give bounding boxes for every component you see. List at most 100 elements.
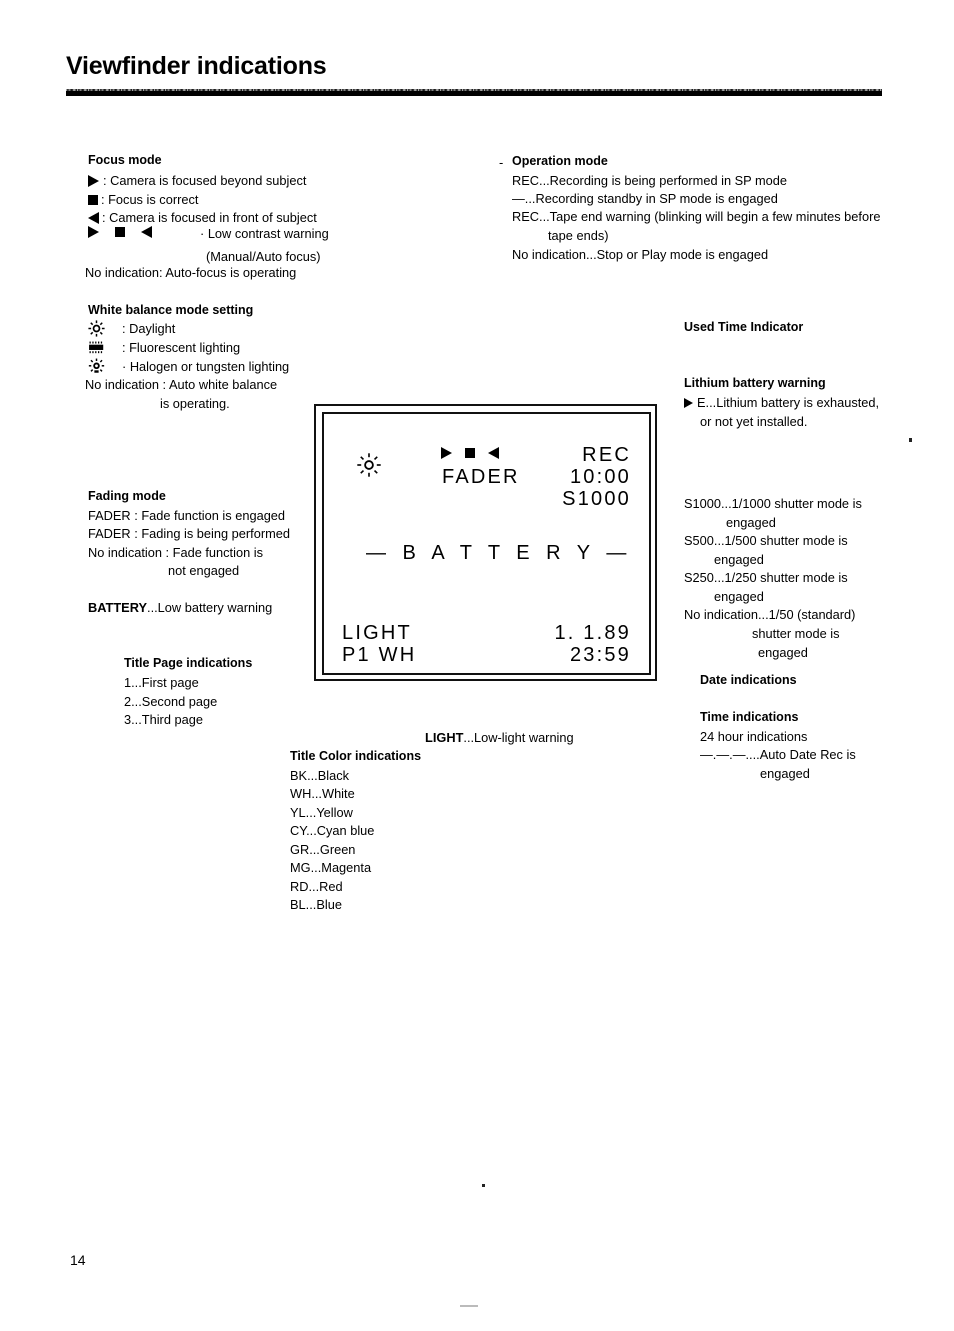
fading-mode-line-3: No indication : Fade function is bbox=[88, 545, 263, 560]
fading-mode-heading: Fading mode bbox=[88, 489, 166, 503]
viewfinder-display: FADER REC 10:00 S1000 — B A T T E R Y — … bbox=[314, 404, 657, 681]
time-indications-heading: Time indications bbox=[700, 710, 799, 724]
left-triangle-icon bbox=[88, 211, 99, 224]
daylight-sun-icon bbox=[356, 452, 382, 478]
operation-mode-line-3: REC...Tape end warning (blinking will be… bbox=[512, 209, 881, 224]
focus-mode-item-correct-label: : Focus is correct bbox=[101, 192, 199, 207]
date-indications-heading: Date indications bbox=[700, 673, 797, 687]
shutter-mode-line-7: No indication...1/50 (standard) bbox=[684, 607, 856, 622]
halogen-bulb-icon bbox=[88, 358, 105, 375]
viewfinder-fader-text: FADER bbox=[442, 466, 520, 488]
lithium-battery-line-1: E...Lithium battery is exhausted, bbox=[697, 395, 880, 410]
white-balance-item-halogen-label: · Halogen or tungsten lighting bbox=[122, 359, 290, 374]
focus-mode-item-beyond: : Camera is focused beyond subject bbox=[88, 173, 306, 188]
title-color-item-rd: RD...Red bbox=[290, 879, 343, 894]
left-triangle-icon bbox=[488, 447, 499, 459]
viewfinder-title-page-color-text: P1 WH bbox=[342, 644, 417, 666]
left-triangle-icon bbox=[141, 226, 152, 238]
viewfinder-light-text: LIGHT bbox=[342, 622, 412, 644]
viewfinder-focus-symbols bbox=[441, 447, 499, 459]
page-number: 14 bbox=[70, 1252, 86, 1268]
operation-mode-line-2: —...Recording standby in SP mode is enga… bbox=[512, 191, 778, 206]
filled-square-icon bbox=[88, 194, 98, 205]
title-color-heading: Title Color indications bbox=[290, 749, 422, 763]
shutter-mode-line-1: S1000...1/1000 shutter mode is bbox=[684, 496, 862, 511]
title-color-item-bl: BL...Blue bbox=[290, 897, 342, 912]
operation-mode-line-5: No indication...Stop or Play mode is eng… bbox=[512, 247, 769, 262]
scan-artifact-speck bbox=[909, 438, 912, 442]
white-balance-no-indication-line-1: No indication : Auto white balance bbox=[85, 377, 278, 392]
white-balance-heading: White balance mode setting bbox=[88, 303, 254, 317]
battery-warning-bold: BATTERY bbox=[88, 600, 148, 615]
title-color-item-bk: BK...Black bbox=[290, 768, 350, 783]
title-page-item-3: 3...Third page bbox=[124, 712, 203, 727]
operation-mode-line-4: tape ends) bbox=[548, 228, 609, 243]
viewfinder-battery-text: — B A T T E R Y — bbox=[366, 542, 632, 564]
right-triangle-icon bbox=[684, 397, 693, 408]
lithium-battery-line-2: or not yet installed. bbox=[700, 414, 808, 429]
scan-artifact-speck bbox=[460, 1305, 478, 1307]
focus-mode-low-contrast-symbols bbox=[88, 226, 152, 238]
viewfinder-time-text: 23:59 bbox=[569, 644, 631, 666]
focus-mode-item-correct: : Focus is correct bbox=[88, 192, 198, 207]
shutter-mode-line-5: S250...1/250 shutter mode is bbox=[684, 570, 848, 585]
title-page-item-1: 1...First page bbox=[124, 675, 199, 690]
viewfinder-counter-text: 10:00 bbox=[569, 466, 631, 488]
shutter-mode-line-6: engaged bbox=[714, 589, 764, 604]
title-color-item-mg: MG...Magenta bbox=[290, 860, 372, 875]
scan-artifact-speck bbox=[482, 1184, 485, 1187]
fading-mode-line-2: FADER : Fading is being performed bbox=[88, 526, 291, 541]
fading-mode-line-4: not engaged bbox=[168, 563, 240, 578]
focus-mode-item-front: : Camera is focused in front of subject bbox=[88, 210, 317, 225]
used-time-indicator-heading: Used Time Indicator bbox=[684, 320, 804, 334]
white-balance-item-daylight: : Daylight bbox=[88, 320, 175, 337]
shutter-mode-line-2: engaged bbox=[726, 515, 776, 530]
right-triangle-icon bbox=[441, 447, 452, 459]
operation-mode-heading: Operation mode bbox=[512, 154, 608, 168]
light-warning-caption: LIGHT...Low-light warning bbox=[425, 730, 574, 745]
shutter-mode-line-9: engaged bbox=[758, 645, 808, 660]
operation-mode-dash: - bbox=[499, 155, 504, 170]
white-balance-item-daylight-label: : Daylight bbox=[122, 321, 176, 336]
viewfinder-shutter-text: S1000 bbox=[562, 488, 631, 510]
battery-warning-rest: ...Low battery warning bbox=[147, 600, 273, 615]
time-indications-line-3: engaged bbox=[760, 766, 810, 781]
title-color-item-gr: GR...Green bbox=[290, 842, 356, 857]
title-page-heading: Title Page indications bbox=[124, 656, 253, 670]
time-indications-line-1: 24 hour indications bbox=[700, 729, 808, 744]
fluorescent-tube-icon bbox=[88, 339, 105, 356]
shutter-mode-line-4: engaged bbox=[714, 552, 764, 567]
shutter-mode-line-8: shutter mode is bbox=[752, 626, 840, 641]
white-balance-no-indication-line-2: is operating. bbox=[160, 396, 230, 411]
focus-mode-heading: Focus mode bbox=[88, 153, 162, 167]
viewfinder-date-text: 1. 1.89 bbox=[554, 622, 631, 644]
header-divider-rule bbox=[66, 89, 882, 96]
focus-mode-low-contrast-label: · Low contrast warning bbox=[200, 226, 329, 241]
right-triangle-icon bbox=[88, 174, 99, 187]
filled-square-icon bbox=[465, 448, 475, 458]
title-color-item-yl: YL...Yellow bbox=[290, 805, 353, 820]
lithium-battery-heading: Lithium battery warning bbox=[684, 376, 826, 390]
daylight-sun-icon bbox=[88, 320, 105, 337]
page-title: Viewfinder indications bbox=[66, 52, 327, 80]
light-warning-bold: LIGHT bbox=[425, 730, 464, 745]
lithium-battery-item: E...Lithium battery is exhausted, bbox=[684, 395, 879, 410]
document-page: Viewfinder indications Focus mode : Came… bbox=[0, 0, 954, 1331]
viewfinder-screen: FADER REC 10:00 S1000 — B A T T E R Y — … bbox=[322, 412, 651, 675]
shutter-mode-line-3: S500...1/500 shutter mode is bbox=[684, 533, 848, 548]
time-indications-line-2: —.—.—....Auto Date Rec is bbox=[700, 747, 856, 762]
title-page-item-2: 2...Second page bbox=[124, 694, 218, 709]
filled-square-icon bbox=[115, 227, 125, 237]
title-color-item-wh: WH...White bbox=[290, 786, 355, 801]
white-balance-item-fluorescent-label: : Fluorescent lighting bbox=[122, 340, 241, 355]
focus-mode-item-beyond-label: : Camera is focused beyond subject bbox=[103, 173, 307, 188]
operation-mode-line-1: REC...Recording is being performed in SP… bbox=[512, 173, 788, 188]
white-balance-item-halogen: · Halogen or tungsten lighting bbox=[88, 358, 289, 375]
focus-mode-manual-auto-label: (Manual/Auto focus) bbox=[206, 249, 321, 264]
fading-mode-line-1: FADER : Fade function is engaged bbox=[88, 508, 286, 523]
white-balance-item-fluorescent: : Fluorescent lighting bbox=[88, 339, 240, 356]
right-triangle-icon bbox=[88, 226, 99, 238]
title-color-item-cy: CY...Cyan blue bbox=[290, 823, 375, 838]
battery-warning-caption: BATTERY...Low battery warning bbox=[88, 600, 272, 615]
viewfinder-rec-text: REC bbox=[582, 444, 631, 466]
